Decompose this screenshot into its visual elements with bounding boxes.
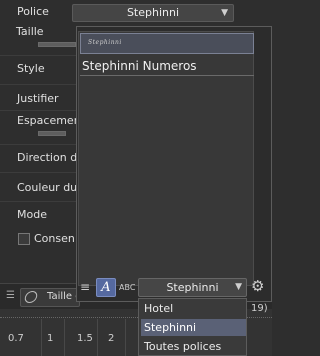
font-filter-value: Stephinni xyxy=(166,281,219,294)
font-filter-option-all[interactable]: Toutes polices xyxy=(141,338,246,355)
font-select[interactable]: Stephinni ▼ xyxy=(72,4,234,22)
scale-grid xyxy=(125,319,126,356)
font-preview-name: Stephinni Numeros xyxy=(82,59,197,73)
chevron-down-icon: ▼ xyxy=(221,8,228,18)
scale-grid xyxy=(64,319,65,356)
italic-a-icon: A xyxy=(101,280,111,295)
font-preview-sample: Stephinni xyxy=(88,39,122,46)
size-slider[interactable] xyxy=(38,42,76,47)
abc-preview-toggle[interactable]: ABC xyxy=(119,283,135,292)
mode-label: Mode xyxy=(17,208,47,221)
style-label: Style xyxy=(17,62,45,75)
font-preview-item[interactable]: Stephinni Numeros xyxy=(80,54,254,76)
font-preview-list: Stephinni Stephinni Numeros xyxy=(78,31,254,286)
chevron-down-icon: ▼ xyxy=(235,282,242,292)
direction-label: Direction d xyxy=(17,151,78,164)
size-label: Taille xyxy=(16,25,44,38)
keep-checkbox[interactable] xyxy=(18,233,30,245)
menu-icon[interactable]: ☰ xyxy=(6,290,15,301)
text-color-label: Couleur du xyxy=(17,181,78,194)
scale-grid xyxy=(41,319,42,356)
timeline-tick: 1 xyxy=(47,333,54,344)
spacing-slider[interactable] xyxy=(38,131,66,136)
italic-preview-toggle[interactable]: A xyxy=(96,278,116,297)
gear-icon[interactable]: ⚙ xyxy=(251,277,264,295)
timeline-tab[interactable]: Taille d xyxy=(20,288,82,307)
brush-icon xyxy=(23,291,39,303)
side-text: 19) xyxy=(251,303,268,314)
font-select-value: Stephinni xyxy=(126,6,180,19)
scale-grid xyxy=(97,319,98,356)
font-preview-item[interactable]: Stephinni xyxy=(80,33,254,54)
spacing-label: Espacemer xyxy=(17,114,79,127)
font-filter-options: Hotel Stephinni Toutes polices xyxy=(138,298,247,356)
keep-label: Consen xyxy=(34,232,75,245)
font-label: Police xyxy=(17,5,49,18)
font-filter-dropdown[interactable]: Stephinni ▼ xyxy=(138,278,247,297)
timeline-tick: 1.5 xyxy=(77,333,93,344)
timeline-tick: 0.7 xyxy=(8,333,24,344)
list-view-icon[interactable]: ≡ xyxy=(80,280,90,294)
font-filter-option-hotel[interactable]: Hotel xyxy=(141,300,246,317)
font-filter-option-stephinni[interactable]: Stephinni xyxy=(141,319,246,336)
justify-label: Justifier xyxy=(17,92,59,105)
timeline-tick: 2 xyxy=(108,333,115,344)
